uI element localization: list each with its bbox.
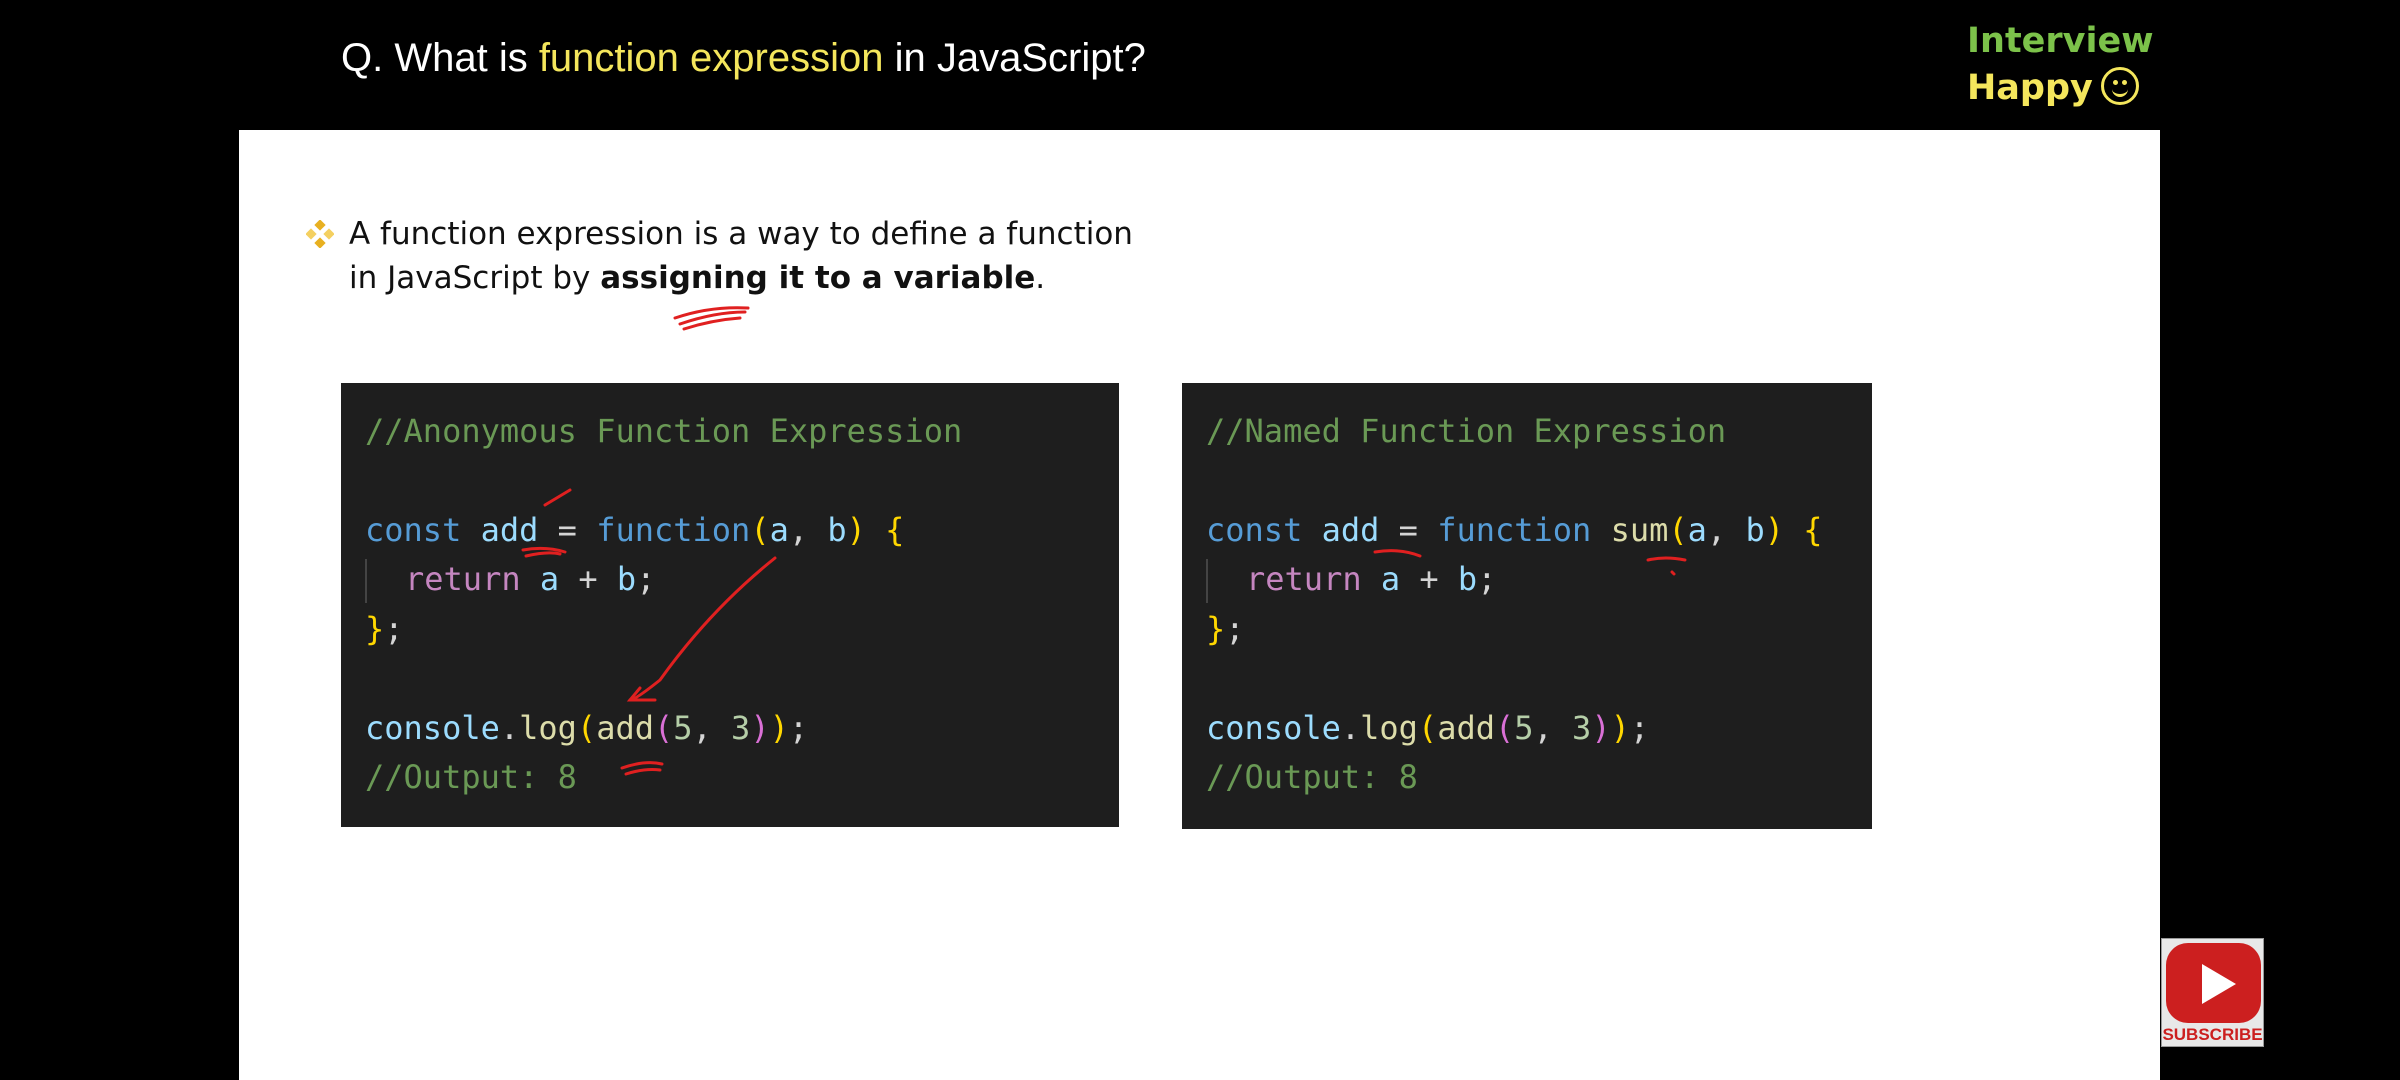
bullet-definition: A function expression is a way to define… — [349, 212, 1149, 300]
bullet-line2-bold: assigning it to a variable — [600, 260, 1036, 296]
smiley-icon — [2100, 67, 2139, 105]
slide-title: Q. What is function expression in JavaSc… — [341, 36, 1146, 81]
title-prefix: Q. What is — [341, 36, 539, 80]
code-line-declaration: const add = function sum(a, b) { — [1206, 511, 1823, 549]
subscribe-button[interactable]: SUBSCRIBE — [2161, 938, 2264, 1047]
code-line-declaration: const add = function(a, b) { — [365, 511, 905, 549]
code-line-return: return a + b; — [405, 560, 656, 598]
indent-guide — [365, 559, 367, 603]
bullet-line2-prefix: in JavaScript by — [349, 260, 601, 296]
code-line-closing: }; — [1206, 610, 1245, 648]
title-suffix: in JavaScript? — [883, 36, 1146, 80]
brand-logo: Interview Happy — [1967, 18, 2154, 112]
code-block-anonymous: //Anonymous Function Expression const ad… — [341, 383, 1119, 827]
code-line-console-log: console.log(add(5, 3)); — [1206, 709, 1650, 747]
code-line-closing: }; — [365, 610, 404, 648]
youtube-play-icon — [2166, 943, 2261, 1023]
code-line-console-log: console.log(add(5, 3)); — [365, 709, 809, 747]
bullet-line1: A function expression is a way to define… — [349, 216, 1133, 252]
code-line-return: return a + b; — [1246, 560, 1497, 598]
indent-guide — [1206, 559, 1208, 603]
subscribe-label: SUBSCRIBE — [2162, 1025, 2263, 1044]
code-block-named: //Named Function Expression const add = … — [1182, 383, 1872, 829]
brand-line1: Interview — [1967, 21, 2154, 61]
code-output-comment: //Output: 8 — [365, 758, 577, 796]
code-comment: //Named Function Expression — [1206, 412, 1727, 450]
diamond-bullet-icon — [306, 220, 334, 248]
title-highlight: function expression — [538, 36, 884, 80]
code-comment: //Anonymous Function Expression — [365, 412, 963, 450]
bullet-line2-suffix: . — [1035, 260, 1046, 296]
brand-line2: Happy — [1967, 68, 2093, 108]
code-output-comment: //Output: 8 — [1206, 758, 1418, 796]
